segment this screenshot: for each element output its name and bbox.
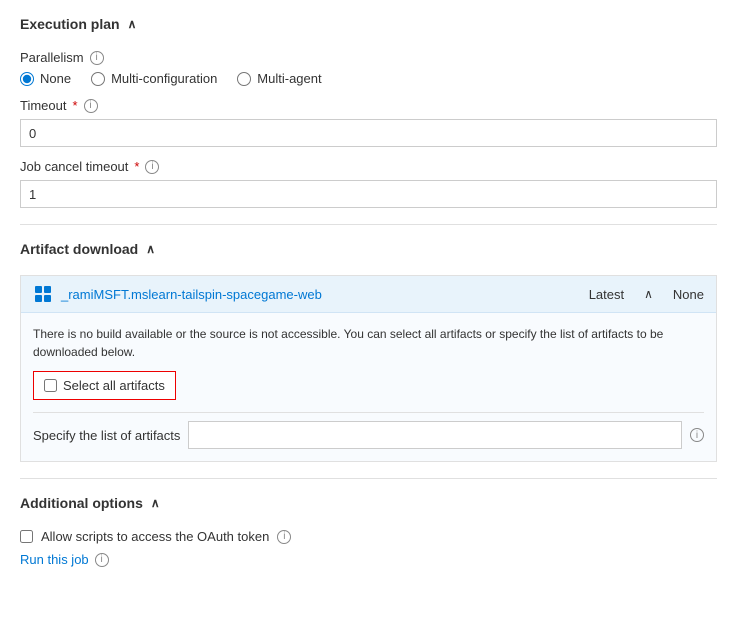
allow-scripts-label: Allow scripts to access the OAuth token	[41, 529, 269, 544]
specify-artifacts-row: Specify the list of artifacts i	[33, 421, 704, 449]
parallelism-none-radio[interactable]	[20, 72, 34, 86]
parallelism-multi-agent-label: Multi-agent	[257, 71, 321, 86]
timeout-label: Timeout	[20, 98, 66, 113]
additional-options-title: Additional options	[20, 495, 143, 511]
run-this-job-link[interactable]: Run this job	[20, 552, 89, 567]
artifact-name[interactable]: _ramiMSFT.mslearn-tailspin-spacegame-web	[61, 287, 589, 302]
run-this-job-info-icon[interactable]: i	[95, 553, 109, 567]
select-all-label: Select all artifacts	[63, 378, 165, 393]
parallelism-multi-agent-option[interactable]: Multi-agent	[237, 71, 321, 86]
parallelism-none-option[interactable]: None	[20, 71, 71, 86]
parallelism-none-label: None	[40, 71, 71, 86]
timeout-info-icon[interactable]: i	[84, 99, 98, 113]
timeout-input[interactable]	[20, 119, 717, 147]
artifact-none-label: None	[673, 287, 704, 302]
artifact-build-icon	[33, 284, 53, 304]
specify-artifacts-info-icon[interactable]: i	[690, 428, 704, 442]
parallelism-label: Parallelism	[20, 50, 84, 65]
specify-artifacts-label: Specify the list of artifacts	[33, 428, 180, 443]
artifact-latest-label: Latest	[589, 287, 624, 302]
divider-2	[20, 478, 717, 479]
artifact-chevron-icon[interactable]: ∧	[644, 287, 653, 301]
job-cancel-timeout-input[interactable]	[20, 180, 717, 208]
artifact-message: There is no build available or the sourc…	[33, 325, 704, 361]
parallelism-radio-group: None Multi-configuration Multi-agent	[20, 71, 717, 86]
additional-options-section: Additional options ∧ Allow scripts to ac…	[20, 495, 717, 567]
allow-scripts-row: Allow scripts to access the OAuth token …	[20, 529, 717, 544]
job-cancel-timeout-info-icon[interactable]: i	[145, 160, 159, 174]
artifact-inner-divider	[33, 412, 704, 413]
additional-options-chevron-icon[interactable]: ∧	[151, 496, 160, 510]
additional-options-header: Additional options ∧	[20, 495, 717, 517]
parallelism-multi-config-option[interactable]: Multi-configuration	[91, 71, 217, 86]
parallelism-label-row: Parallelism i	[20, 50, 717, 65]
artifact-body: There is no build available or the sourc…	[21, 313, 716, 461]
job-cancel-required: *	[134, 159, 139, 174]
parallelism-multi-agent-radio[interactable]	[237, 72, 251, 86]
specify-artifacts-input[interactable]	[188, 421, 682, 449]
divider-1	[20, 224, 717, 225]
artifact-download-section: Artifact download ∧ _ramiMSFT.mslearn-ta…	[20, 241, 717, 462]
parallelism-multi-config-radio[interactable]	[91, 72, 105, 86]
timeout-label-row: Timeout * i	[20, 98, 717, 113]
allow-scripts-checkbox[interactable]	[20, 530, 33, 543]
timeout-required: *	[72, 98, 77, 113]
select-all-checkbox[interactable]	[44, 379, 57, 392]
artifact-download-chevron-icon[interactable]: ∧	[146, 242, 155, 256]
artifact-download-title: Artifact download	[20, 241, 138, 257]
run-this-job-row: Run this job i	[20, 552, 717, 567]
job-cancel-timeout-label-row: Job cancel timeout * i	[20, 159, 717, 174]
execution-plan-chevron-icon[interactable]: ∧	[128, 17, 137, 31]
select-all-container: Select all artifacts	[33, 371, 176, 400]
job-cancel-timeout-label: Job cancel timeout	[20, 159, 128, 174]
execution-plan-section: Execution plan ∧ Parallelism i None Mult…	[20, 16, 717, 208]
artifact-container: _ramiMSFT.mslearn-tailspin-spacegame-web…	[20, 275, 717, 462]
parallelism-info-icon[interactable]: i	[90, 51, 104, 65]
artifact-row: _ramiMSFT.mslearn-tailspin-spacegame-web…	[21, 276, 716, 313]
execution-plan-header: Execution plan ∧	[20, 16, 717, 38]
parallelism-multi-config-label: Multi-configuration	[111, 71, 217, 86]
execution-plan-title: Execution plan	[20, 16, 120, 32]
allow-scripts-info-icon[interactable]: i	[277, 530, 291, 544]
artifact-download-header: Artifact download ∧	[20, 241, 717, 263]
